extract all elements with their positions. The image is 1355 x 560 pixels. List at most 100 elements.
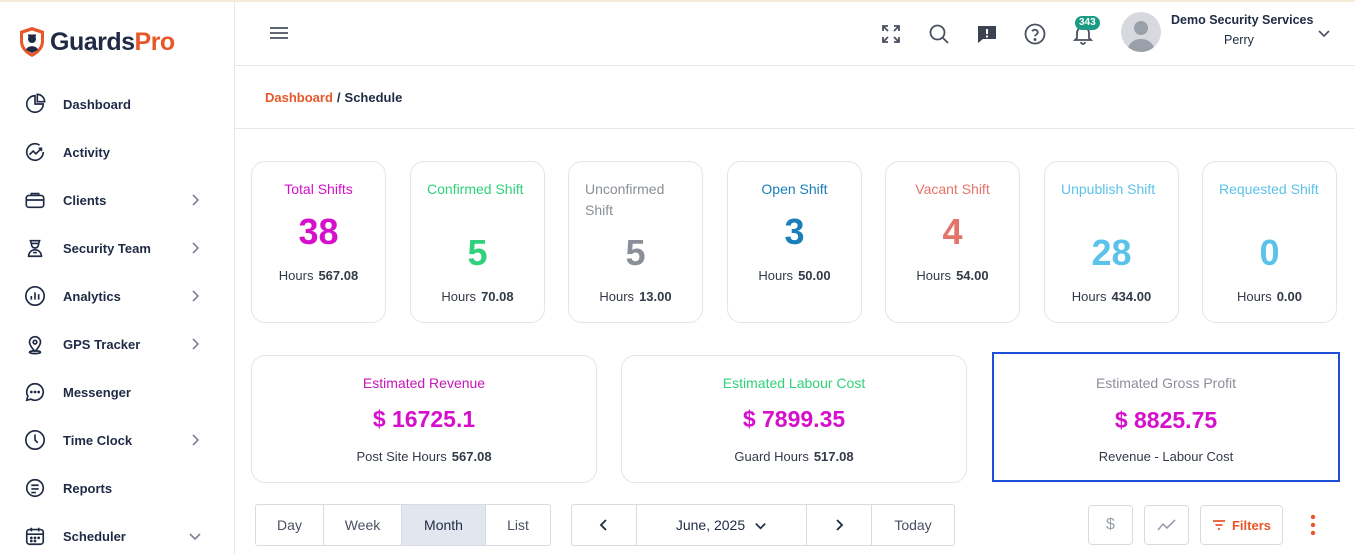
stat-hours: Hours 13.00: [599, 289, 672, 304]
prev-month-button[interactable]: [572, 505, 637, 545]
stat-value: 5: [467, 232, 488, 273]
user-company[interactable]: Demo Security Services: [1171, 13, 1313, 27]
stat-card-vacant-shift[interactable]: Vacant Shift 4 Hours 54.00: [885, 161, 1020, 323]
filter-icon: [1212, 520, 1225, 530]
stat-title: Unpublish Shift: [1061, 181, 1156, 197]
search-icon[interactable]: [927, 22, 951, 46]
stat-card-open-shift[interactable]: Open Shift 3 Hours 50.00: [727, 161, 862, 323]
more-options-icon[interactable]: [1306, 514, 1320, 538]
stat-value: 4: [942, 211, 963, 252]
next-month-button[interactable]: [807, 505, 872, 545]
user-name[interactable]: Perry: [1224, 33, 1254, 47]
current-month-label: June, 2025: [675, 517, 746, 533]
feedback-icon[interactable]: [975, 22, 999, 46]
sidebar-item-clients[interactable]: Clients: [0, 176, 234, 224]
sidebar-item-label: Security Team: [63, 240, 151, 256]
stat-value: 38: [298, 211, 339, 252]
hamburger-menu-icon[interactable]: [269, 24, 289, 42]
stat-title: Vacant Shift: [915, 181, 990, 197]
sidebar-item-gps-tracker[interactable]: GPS Tracker: [0, 320, 234, 368]
stat-card-requested-shift[interactable]: Requested Shift 0 Hours 0.00: [1202, 161, 1337, 323]
view-list-button[interactable]: List: [486, 505, 550, 545]
sidebar-item-label: GPS Tracker: [63, 336, 141, 352]
view-week-button[interactable]: Week: [324, 505, 402, 545]
user-silhouette-icon: [1127, 21, 1155, 52]
top-header: 343 Demo Security Services Perry: [235, 2, 1355, 66]
breadcrumb-current: Schedule: [344, 90, 403, 105]
date-navigator: June, 2025 Today: [571, 504, 955, 546]
finance-title: Estimated Revenue: [362, 375, 486, 391]
dollar-icon: $: [1106, 516, 1115, 533]
activity-icon: [23, 140, 47, 164]
sidebar-item-analytics[interactable]: Analytics: [0, 272, 234, 320]
filters-label: Filters: [1231, 517, 1271, 533]
sidebar-item-label: Activity: [63, 144, 110, 160]
sidebar-nav: Dashboard Activity Clients Security Team: [0, 80, 234, 560]
fullscreen-icon[interactable]: [879, 22, 903, 46]
sidebar-item-dashboard[interactable]: Dashboard: [0, 80, 234, 128]
finance-value: $ 7899.35: [742, 406, 846, 432]
breadcrumb: Dashboard / Schedule: [265, 90, 402, 105]
sidebar-item-scheduler[interactable]: Scheduler: [0, 512, 234, 560]
sidebar-item-label: Analytics: [63, 288, 121, 304]
sidebar-item-label: Messenger: [63, 384, 131, 400]
report-icon: [23, 476, 47, 500]
stat-hours: Hours 70.08: [441, 289, 514, 304]
currency-toggle-button[interactable]: $: [1088, 505, 1133, 545]
stat-title: Unconfirmed Shift: [585, 181, 665, 218]
finance-title: Estimated Gross Profit: [1095, 375, 1237, 391]
chevron-right-icon: [192, 290, 200, 302]
stat-hours: Hours 567.08: [278, 268, 359, 283]
stat-card-total-shifts[interactable]: Total Shifts 38 Hours 567.08: [251, 161, 386, 323]
view-day-button[interactable]: Day: [256, 505, 324, 545]
sidebar: GuardsPro Dashboard Activity Clients Sec…: [0, 2, 235, 554]
chevron-down-icon: [189, 533, 201, 541]
stat-hours: Hours 434.00: [1071, 289, 1152, 304]
stat-title: Total Shifts: [284, 181, 353, 197]
chevron-down-icon[interactable]: [1317, 26, 1331, 40]
month-picker[interactable]: June, 2025: [637, 505, 807, 545]
stat-card-confirmed-shift[interactable]: Confirmed Shift 5 Hours 70.08: [410, 161, 545, 323]
today-button[interactable]: Today: [872, 505, 954, 545]
guard-icon: [23, 236, 47, 260]
sidebar-item-label: Reports: [63, 480, 113, 496]
briefcase-icon: [23, 188, 47, 212]
filters-button[interactable]: Filters: [1200, 505, 1283, 545]
breadcrumb-bar: Dashboard / Schedule: [235, 66, 1355, 129]
finance-value: $ 8825.75: [1114, 407, 1218, 433]
help-icon[interactable]: [1023, 22, 1047, 46]
chevron-right-icon: [192, 338, 200, 350]
sidebar-item-messenger[interactable]: Messenger: [0, 368, 234, 416]
stat-value: 5: [625, 232, 646, 273]
sidebar-item-label: Clients: [63, 192, 107, 208]
sidebar-item-reports[interactable]: Reports: [0, 464, 234, 512]
guardspro-logo[interactable]: GuardsPro: [18, 26, 175, 58]
stat-hours: Hours 0.00: [1237, 289, 1302, 304]
stat-value: 28: [1091, 232, 1132, 273]
sidebar-item-label: Time Clock: [63, 432, 133, 448]
sidebar-item-time-clock[interactable]: Time Clock: [0, 416, 234, 464]
stat-card-unpublish-shift[interactable]: Unpublish Shift 28 Hours 434.00: [1044, 161, 1179, 323]
chat-bubble-icon: [23, 380, 47, 404]
finance-card-gross-profit[interactable]: Estimated Gross Profit $ 8825.75 Revenue…: [992, 352, 1340, 482]
view-month-button[interactable]: Month: [402, 505, 486, 545]
trend-toggle-button[interactable]: [1144, 505, 1189, 545]
logo-text: GuardsPro: [50, 27, 175, 56]
calendar-icon: [23, 524, 47, 548]
sidebar-item-activity[interactable]: Activity: [0, 128, 234, 176]
pie-chart-icon: [23, 92, 47, 116]
sidebar-item-security-team[interactable]: Security Team: [0, 224, 234, 272]
stat-hours: Hours 54.00: [916, 268, 989, 283]
finance-subtext: Post Site Hours 567.08: [356, 449, 492, 464]
stat-value: 3: [784, 211, 805, 252]
finance-card-labour-cost[interactable]: Estimated Labour Cost $ 7899.35 Guard Ho…: [621, 355, 967, 483]
clock-icon: [23, 428, 47, 452]
notification-badge: 343: [1075, 16, 1100, 30]
sidebar-item-label: Scheduler: [63, 528, 126, 544]
finance-card-revenue[interactable]: Estimated Revenue $ 16725.1 Post Site Ho…: [251, 355, 597, 483]
breadcrumb-dashboard-link[interactable]: Dashboard: [265, 90, 333, 105]
location-pin-icon: [23, 332, 47, 356]
avatar[interactable]: [1121, 12, 1161, 52]
chevron-right-icon: [836, 519, 844, 531]
stat-card-unconfirmed-shift[interactable]: Unconfirmed Shift 5 Hours 13.00: [568, 161, 703, 323]
